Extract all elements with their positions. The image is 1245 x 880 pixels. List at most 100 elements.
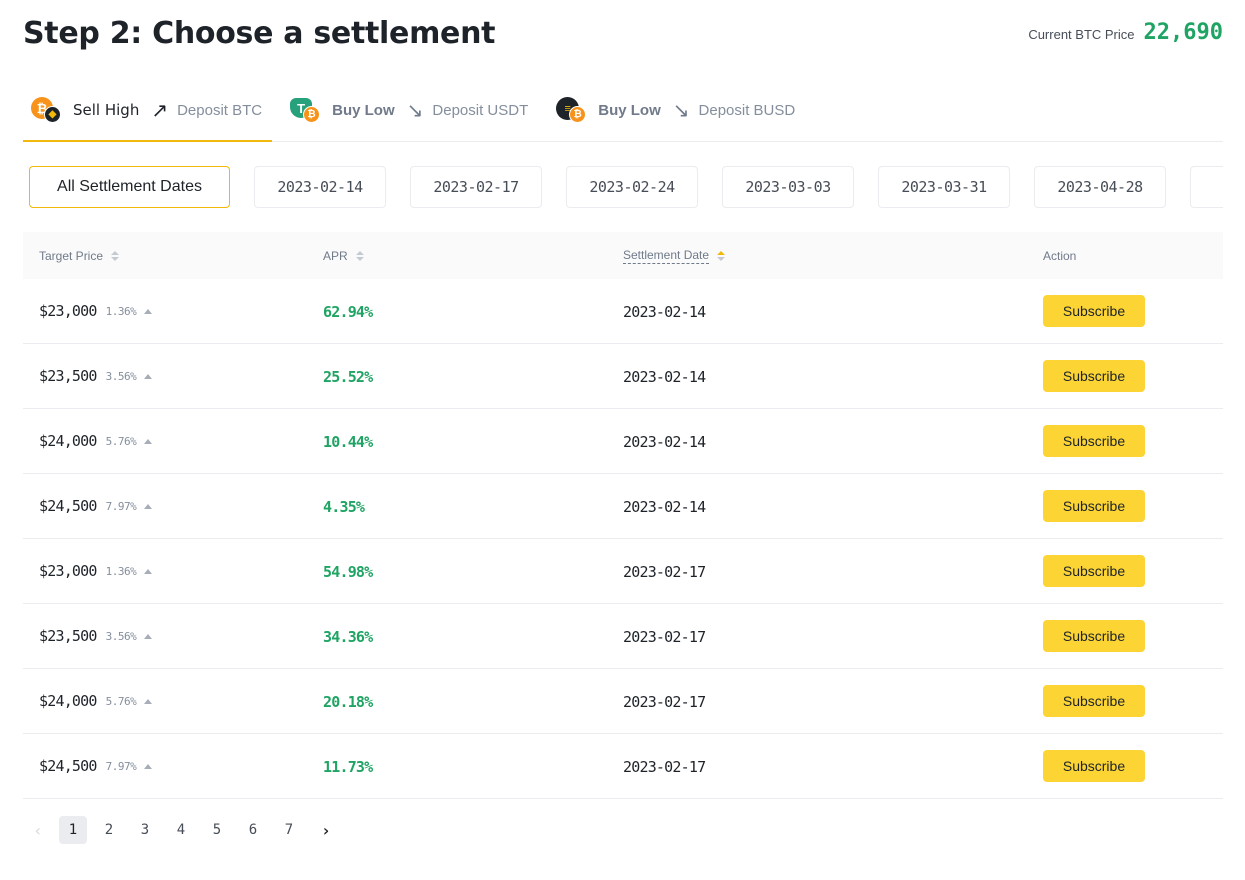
filter-date[interactable]: 2023-04-28: [1034, 166, 1166, 208]
next-page-icon[interactable]: ›: [317, 816, 335, 844]
settlement-date: 2023-02-17: [623, 562, 706, 581]
prev-page-icon[interactable]: ‹: [29, 816, 47, 844]
tab-buy-low-busd[interactable]: ≡ ₿ Buy Low ↘ Deposit BUSD: [548, 92, 805, 128]
pagination: ‹ 1234567 ›: [23, 816, 347, 844]
price-label: Current BTC Price: [1028, 27, 1135, 42]
target-price-cell: $24,500 7.97%: [23, 757, 323, 775]
filter-all-dates[interactable]: All Settlement Dates: [29, 166, 230, 208]
table-row: $24,500 7.97% 11.73% 2023-02-17 Subscribe: [23, 734, 1223, 799]
target-price: $23,500: [39, 367, 97, 385]
page-6-button[interactable]: 6: [239, 816, 267, 844]
action-cell: Subscribe: [1043, 620, 1223, 652]
apr-cell: 54.98%: [323, 562, 623, 581]
sort-ascending-icon: [717, 250, 726, 261]
subscribe-button[interactable]: Subscribe: [1043, 620, 1145, 652]
table-row: $23,000 1.36% 54.98% 2023-02-17 Subscribe: [23, 539, 1223, 604]
action-cell: Subscribe: [1043, 425, 1223, 457]
filter-date-partial[interactable]: 2: [1190, 166, 1223, 208]
table-row: $23,500 3.56% 34.36% 2023-02-17 Subscribe: [23, 604, 1223, 669]
triangle-up-icon: [144, 503, 153, 509]
page-2-button[interactable]: 2: [95, 816, 123, 844]
subscribe-button[interactable]: Subscribe: [1043, 750, 1145, 782]
page-7-button[interactable]: 7: [275, 816, 303, 844]
target-price: $24,500: [39, 757, 97, 775]
busd-btc-coin-icon: ≡ ₿: [556, 97, 592, 123]
bnb-icon: ◆: [44, 106, 61, 123]
settlement-date: 2023-02-14: [623, 497, 706, 516]
tab-sell-high-btc[interactable]: ₿ ◆ Sell High ↗ Deposit BTC: [23, 92, 273, 142]
settlement-date-filters: All Settlement Dates 2023-02-14 2023-02-…: [29, 166, 1223, 209]
tab-deposit-label: Deposit BUSD: [698, 101, 796, 119]
triangle-up-icon: [144, 633, 153, 639]
header-settlement-date[interactable]: Settlement Date: [623, 248, 1043, 264]
triangle-up-icon: [144, 568, 153, 574]
apr-cell: 10.44%: [323, 432, 623, 451]
filter-date[interactable]: 2023-03-03: [722, 166, 854, 208]
apr-value: 20.18%: [323, 692, 373, 711]
settlement-date-cell: 2023-02-14: [623, 302, 1043, 321]
page-1-button[interactable]: 1: [59, 816, 87, 844]
table-row: $23,500 3.56% 25.52% 2023-02-14 Subscribe: [23, 344, 1223, 409]
settlement-date-cell: 2023-02-14: [623, 367, 1043, 386]
apr-value: 62.94%: [323, 302, 373, 321]
tab-strategy-label: Buy Low: [332, 101, 395, 119]
settlement-date-cell: 2023-02-14: [623, 497, 1043, 516]
apr-value: 25.52%: [323, 367, 373, 386]
filter-date[interactable]: 2023-02-14: [254, 166, 386, 208]
subscribe-button[interactable]: Subscribe: [1043, 685, 1145, 717]
subscribe-button[interactable]: Subscribe: [1043, 490, 1145, 522]
table-header: Target Price APR Settlement Date Action: [23, 232, 1223, 279]
table-body: $23,000 1.36% 62.94% 2023-02-14 Subscribe $23…: [23, 279, 1223, 799]
apr-cell: 34.36%: [323, 627, 623, 646]
settlement-date: 2023-02-14: [623, 432, 706, 451]
header-target-price[interactable]: Target Price: [23, 249, 323, 263]
page-numbers: 1234567: [59, 816, 311, 844]
filter-date[interactable]: 2023-02-17: [410, 166, 542, 208]
settlement-date: 2023-02-17: [623, 757, 706, 776]
page-3-button[interactable]: 3: [131, 816, 159, 844]
settlement-date: 2023-02-17: [623, 692, 706, 711]
price-change-pct: 1.36%: [105, 564, 137, 578]
tab-deposit-label: Deposit BTC: [177, 101, 263, 119]
sort-icon: [111, 250, 120, 261]
page-5-button[interactable]: 5: [203, 816, 231, 844]
settlement-date-cell: 2023-02-14: [623, 432, 1043, 451]
page-title: Step 2: Choose a settlement: [23, 16, 496, 51]
price-change-pct: 1.36%: [105, 304, 137, 318]
subscribe-button[interactable]: Subscribe: [1043, 295, 1145, 327]
tab-strategy-label: Sell High: [73, 101, 140, 119]
subscribe-button[interactable]: Subscribe: [1043, 425, 1145, 457]
btc-icon: ₿: [303, 106, 321, 123]
triangle-up-icon: [144, 438, 153, 444]
target-price-cell: $24,000 5.76%: [23, 692, 323, 710]
settlement-date-cell: 2023-02-17: [623, 627, 1043, 646]
target-price-cell: $23,500 3.56%: [23, 367, 323, 385]
filter-date[interactable]: 2023-03-31: [878, 166, 1010, 208]
tab-buy-low-usdt[interactable]: T ₿ Buy Low ↘ Deposit USDT: [282, 92, 538, 128]
tab-deposit-label: Deposit USDT: [432, 101, 529, 119]
arrow-up-right-icon: ↗: [151, 98, 169, 122]
arrow-down-right-icon: ↘: [406, 98, 424, 122]
settlement-date: 2023-02-14: [623, 302, 706, 321]
apr-value: 34.36%: [323, 627, 373, 646]
filter-date[interactable]: 2023-02-24: [566, 166, 698, 208]
subscribe-button[interactable]: Subscribe: [1043, 360, 1145, 392]
usdt-btc-coin-icon: T ₿: [290, 97, 326, 123]
apr-cell: 20.18%: [323, 692, 623, 711]
header-apr[interactable]: APR: [323, 249, 623, 263]
target-price-cell: $23,000 1.36%: [23, 302, 323, 320]
target-price: $23,500: [39, 627, 97, 645]
apr-value: 4.35%: [323, 497, 365, 516]
sort-icon: [355, 250, 364, 261]
page-4-button[interactable]: 4: [167, 816, 195, 844]
header-label: Target Price: [39, 248, 104, 263]
current-btc-price: Current BTC Price 22,690: [1028, 20, 1223, 45]
apr-value: 11.73%: [323, 757, 373, 776]
apr-cell: 11.73%: [323, 757, 623, 776]
price-change-pct: 3.56%: [105, 369, 137, 383]
subscribe-button[interactable]: Subscribe: [1043, 555, 1145, 587]
settlement-date: 2023-02-17: [623, 627, 706, 646]
table-row: $24,500 7.97% 4.35% 2023-02-14 Subscribe: [23, 474, 1223, 539]
target-price-cell: $23,000 1.36%: [23, 562, 323, 580]
tab-strategy-label: Buy Low: [598, 101, 661, 119]
